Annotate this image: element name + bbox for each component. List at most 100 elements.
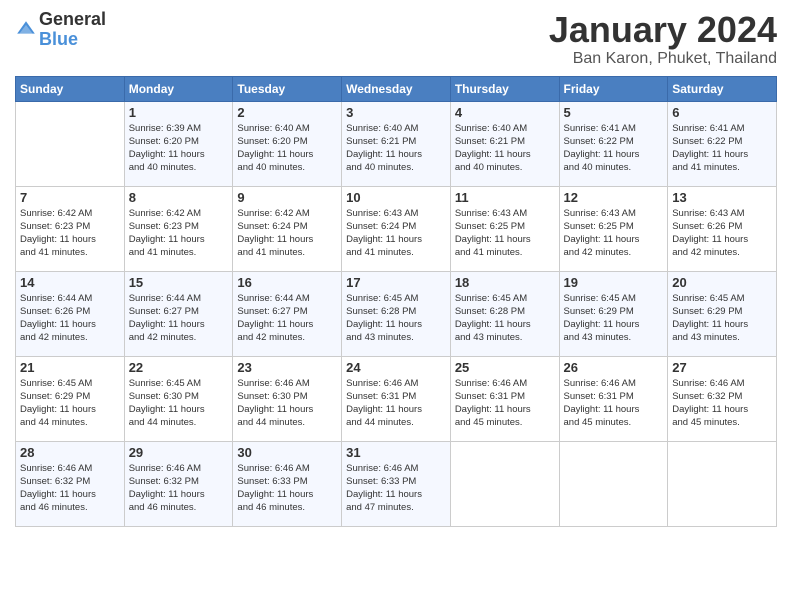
week-row-2: 7Sunrise: 6:42 AMSunset: 6:23 PMDaylight…: [16, 186, 777, 271]
calendar-cell: [450, 441, 559, 526]
logo-general: General: [39, 10, 106, 30]
logo: General Blue: [15, 10, 106, 50]
day-header-monday: Monday: [124, 76, 233, 101]
cell-info: Sunrise: 6:44 AMSunset: 6:26 PMDaylight:…: [20, 292, 120, 345]
day-number: 29: [129, 445, 229, 460]
day-number: 27: [672, 360, 772, 375]
cell-info: Sunrise: 6:45 AMSunset: 6:28 PMDaylight:…: [455, 292, 555, 345]
calendar-cell: 2 Sunrise: 6:40 AMSunset: 6:20 PMDaylight…: [233, 101, 342, 186]
cell-info: Sunrise: 6:46 AMSunset: 6:30 PMDaylight:…: [237, 377, 337, 430]
day-number: 17: [346, 275, 446, 290]
location: Ban Karon, Phuket, Thailand: [549, 50, 777, 68]
week-row-1: 1 Sunrise: 6:39 AMSunset: 6:20 PMDaylight…: [16, 101, 777, 186]
day-number: 22: [129, 360, 229, 375]
calendar-cell: 27 Sunrise: 6:46 AMSunset: 6:32 PMDayligh…: [668, 356, 777, 441]
day-number: 3: [346, 105, 446, 120]
day-number: 12: [564, 190, 664, 205]
day-number: 2: [237, 105, 337, 120]
calendar-cell: 15 Sunrise: 6:44 AMSunset: 6:27 PMDayligh…: [124, 271, 233, 356]
calendar-cell: 9Sunrise: 6:42 AMSunset: 6:24 PMDaylight…: [233, 186, 342, 271]
title-block: January 2024 Ban Karon, Phuket, Thailand: [549, 10, 777, 68]
cell-info: Sunrise: 6:40 AMSunset: 6:21 PMDaylight:…: [455, 122, 555, 175]
cell-info: Sunrise: 6:46 AMSunset: 6:33 PMDaylight:…: [237, 462, 337, 515]
day-header-saturday: Saturday: [668, 76, 777, 101]
cell-info: Sunrise: 6:45 AMSunset: 6:30 PMDaylight:…: [129, 377, 229, 430]
calendar-cell: 17Sunrise: 6:45 AMSunset: 6:28 PMDayligh…: [342, 271, 451, 356]
cell-info: Sunrise: 6:43 AMSunset: 6:24 PMDaylight:…: [346, 207, 446, 260]
calendar-cell: 25Sunrise: 6:46 AMSunset: 6:31 PMDayligh…: [450, 356, 559, 441]
calendar-cell: 21Sunrise: 6:45 AMSunset: 6:29 PMDayligh…: [16, 356, 125, 441]
calendar-cell: 24 Sunrise: 6:46 AMSunset: 6:31 PMDayligh…: [342, 356, 451, 441]
cell-info: Sunrise: 6:43 AMSunset: 6:25 PMDaylight:…: [564, 207, 664, 260]
calendar-cell: 30 Sunrise: 6:46 AMSunset: 6:33 PMDayligh…: [233, 441, 342, 526]
cell-info: Sunrise: 6:44 AMSunset: 6:27 PMDaylight:…: [237, 292, 337, 345]
day-header-wednesday: Wednesday: [342, 76, 451, 101]
calendar-cell: 11Sunrise: 6:43 AMSunset: 6:25 PMDayligh…: [450, 186, 559, 271]
calendar-cell: 22 Sunrise: 6:45 AMSunset: 6:30 PMDayligh…: [124, 356, 233, 441]
day-number: 23: [237, 360, 337, 375]
day-number: 10: [346, 190, 446, 205]
day-number: 8: [129, 190, 229, 205]
calendar-cell: 29 Sunrise: 6:46 AMSunset: 6:32 PMDayligh…: [124, 441, 233, 526]
cell-info: Sunrise: 6:46 AMSunset: 6:32 PMDaylight:…: [20, 462, 120, 515]
day-number: 21: [20, 360, 120, 375]
day-number: 26: [564, 360, 664, 375]
cell-info: Sunrise: 6:46 AMSunset: 6:32 PMDaylight:…: [672, 377, 772, 430]
cell-info: Sunrise: 6:44 AMSunset: 6:27 PMDaylight:…: [129, 292, 229, 345]
calendar-cell: 28 Sunrise: 6:46 AMSunset: 6:32 PMDayligh…: [16, 441, 125, 526]
day-number: 28: [20, 445, 120, 460]
cell-info: Sunrise: 6:42 AMSunset: 6:23 PMDaylight:…: [20, 207, 120, 260]
week-row-5: 28 Sunrise: 6:46 AMSunset: 6:32 PMDayligh…: [16, 441, 777, 526]
day-number: 18: [455, 275, 555, 290]
calendar-cell: 1 Sunrise: 6:39 AMSunset: 6:20 PMDaylight…: [124, 101, 233, 186]
cell-info: Sunrise: 6:40 AMSunset: 6:20 PMDaylight:…: [237, 122, 337, 175]
cell-info: Sunrise: 6:46 AMSunset: 6:32 PMDaylight:…: [129, 462, 229, 515]
logo-icon: [15, 19, 37, 41]
day-number: 13: [672, 190, 772, 205]
cell-info: Sunrise: 6:46 AMSunset: 6:31 PMDaylight:…: [455, 377, 555, 430]
calendar-cell: 20Sunrise: 6:45 AMSunset: 6:29 PMDayligh…: [668, 271, 777, 356]
cell-info: Sunrise: 6:43 AMSunset: 6:26 PMDaylight:…: [672, 207, 772, 260]
calendar-cell: 13 Sunrise: 6:43 AMSunset: 6:26 PMDayligh…: [668, 186, 777, 271]
calendar-cell: 10 Sunrise: 6:43 AMSunset: 6:24 PMDayligh…: [342, 186, 451, 271]
week-row-3: 14Sunrise: 6:44 AMSunset: 6:26 PMDayligh…: [16, 271, 777, 356]
logo-blue: Blue: [39, 30, 106, 50]
cell-info: Sunrise: 6:45 AMSunset: 6:29 PMDaylight:…: [564, 292, 664, 345]
month-title: January 2024: [549, 10, 777, 50]
cell-info: Sunrise: 6:42 AMSunset: 6:24 PMDaylight:…: [237, 207, 337, 260]
day-header-thursday: Thursday: [450, 76, 559, 101]
cell-info: Sunrise: 6:40 AMSunset: 6:21 PMDaylight:…: [346, 122, 446, 175]
page-header: General Blue January 2024 Ban Karon, Phu…: [15, 10, 777, 68]
cell-info: Sunrise: 6:41 AMSunset: 6:22 PMDaylight:…: [672, 122, 772, 175]
day-number: 16: [237, 275, 337, 290]
cell-info: Sunrise: 6:39 AMSunset: 6:20 PMDaylight:…: [129, 122, 229, 175]
cell-info: Sunrise: 6:42 AMSunset: 6:23 PMDaylight:…: [129, 207, 229, 260]
day-header-sunday: Sunday: [16, 76, 125, 101]
day-header-tuesday: Tuesday: [233, 76, 342, 101]
calendar-cell: 3 Sunrise: 6:40 AMSunset: 6:21 PMDaylight…: [342, 101, 451, 186]
cell-info: Sunrise: 6:45 AMSunset: 6:29 PMDaylight:…: [672, 292, 772, 345]
calendar-cell: 6 Sunrise: 6:41 AMSunset: 6:22 PMDaylight…: [668, 101, 777, 186]
day-number: 1: [129, 105, 229, 120]
day-number: 6: [672, 105, 772, 120]
day-number: 24: [346, 360, 446, 375]
calendar-cell: 18 Sunrise: 6:45 AMSunset: 6:28 PMDayligh…: [450, 271, 559, 356]
day-header-friday: Friday: [559, 76, 668, 101]
calendar-table: SundayMondayTuesdayWednesdayThursdayFrid…: [15, 76, 777, 527]
calendar-cell: 23 Sunrise: 6:46 AMSunset: 6:30 PMDayligh…: [233, 356, 342, 441]
calendar-cell: [668, 441, 777, 526]
day-number: 11: [455, 190, 555, 205]
cell-info: Sunrise: 6:46 AMSunset: 6:33 PMDaylight:…: [346, 462, 446, 515]
calendar-cell: [559, 441, 668, 526]
calendar-cell: [16, 101, 125, 186]
calendar-cell: 31Sunrise: 6:46 AMSunset: 6:33 PMDayligh…: [342, 441, 451, 526]
cell-info: Sunrise: 6:46 AMSunset: 6:31 PMDaylight:…: [564, 377, 664, 430]
day-number: 15: [129, 275, 229, 290]
calendar-cell: 14Sunrise: 6:44 AMSunset: 6:26 PMDayligh…: [16, 271, 125, 356]
cell-info: Sunrise: 6:46 AMSunset: 6:31 PMDaylight:…: [346, 377, 446, 430]
day-number: 30: [237, 445, 337, 460]
week-row-4: 21Sunrise: 6:45 AMSunset: 6:29 PMDayligh…: [16, 356, 777, 441]
day-number: 4: [455, 105, 555, 120]
calendar-cell: 16 Sunrise: 6:44 AMSunset: 6:27 PMDayligh…: [233, 271, 342, 356]
header-row: SundayMondayTuesdayWednesdayThursdayFrid…: [16, 76, 777, 101]
